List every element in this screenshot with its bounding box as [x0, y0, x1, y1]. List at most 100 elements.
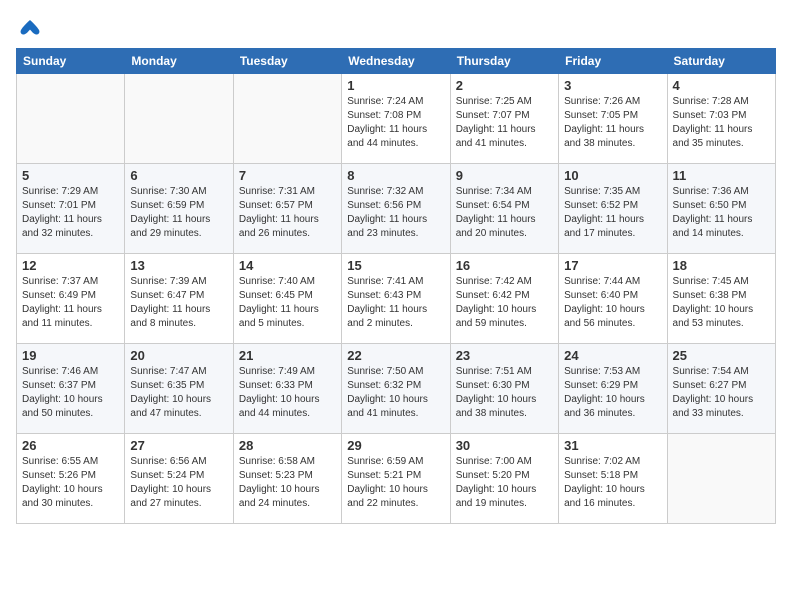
day-number: 5: [22, 168, 119, 183]
day-number: 21: [239, 348, 336, 363]
day-number: 9: [456, 168, 553, 183]
day-info: Sunrise: 7:30 AM Sunset: 6:59 PM Dayligh…: [130, 185, 227, 241]
calendar-cell: 27Sunrise: 6:56 AM Sunset: 5:24 PM Dayli…: [125, 434, 233, 524]
calendar-cell: 28 Sunrise: 6:58 AM Sunset: 5:23 PM Dayli…: [233, 434, 341, 524]
weekday-header-sunday: Sunday: [17, 49, 125, 74]
calendar-cell: 2 Sunrise: 7:25 AM Sunset: 7:07 PM Daylig…: [450, 74, 558, 164]
calendar-cell: 21 Sunrise: 7:49 AM Sunset: 6:33 PM Dayli…: [233, 344, 341, 434]
calendar-cell: 18 Sunrise: 7:45 AM Sunset: 6:38 PM Dayli…: [667, 254, 775, 344]
day-number: 19: [22, 348, 119, 363]
calendar-cell: 31 Sunrise: 7:02 AM Sunset: 5:18 PM Dayli…: [559, 434, 667, 524]
calendar-cell: 22Sunrise: 7:50 AM Sunset: 6:32 PM Dayli…: [342, 344, 450, 434]
day-info: Sunrise: 7:02 AM Sunset: 5:18 PM Dayligh…: [564, 455, 661, 511]
day-number: 26: [22, 438, 119, 453]
day-number: 1: [347, 78, 444, 93]
weekday-header-tuesday: Tuesday: [233, 49, 341, 74]
logo: [16, 16, 42, 36]
weekday-header-thursday: Thursday: [450, 49, 558, 74]
calendar-cell: 5 Sunrise: 7:29 AM Sunset: 7:01 PM Daylig…: [17, 164, 125, 254]
day-number: 11: [673, 168, 770, 183]
calendar-cell: 25 Sunrise: 7:54 AM Sunset: 6:27 PM Dayli…: [667, 344, 775, 434]
calendar-cell: 11Sunrise: 7:36 AM Sunset: 6:50 PM Dayli…: [667, 164, 775, 254]
weekday-header-monday: Monday: [125, 49, 233, 74]
day-info: Sunrise: 7:47 AM Sunset: 6:35 PM Dayligh…: [130, 365, 227, 421]
day-info: Sunrise: 7:53 AM Sunset: 6:29 PM Dayligh…: [564, 365, 661, 421]
day-info: Sunrise: 7:46 AM Sunset: 6:37 PM Dayligh…: [22, 365, 119, 421]
calendar-cell: 9Sunrise: 7:34 AM Sunset: 6:54 PM Daylig…: [450, 164, 558, 254]
calendar-cell: 14Sunrise: 7:40 AM Sunset: 6:45 PM Dayli…: [233, 254, 341, 344]
day-info: Sunrise: 7:45 AM Sunset: 6:38 PM Dayligh…: [673, 275, 770, 331]
calendar-cell: [667, 434, 775, 524]
day-info: Sunrise: 7:54 AM Sunset: 6:27 PM Dayligh…: [673, 365, 770, 421]
day-info: Sunrise: 7:50 AM Sunset: 6:32 PM Dayligh…: [347, 365, 444, 421]
calendar-cell: 19 Sunrise: 7:46 AM Sunset: 6:37 PM Dayli…: [17, 344, 125, 434]
day-number: 10: [564, 168, 661, 183]
day-number: 6: [130, 168, 227, 183]
day-info: Sunrise: 7:49 AM Sunset: 6:33 PM Dayligh…: [239, 365, 336, 421]
day-info: Sunrise: 7:31 AM Sunset: 6:57 PM Dayligh…: [239, 185, 336, 241]
day-number: 25: [673, 348, 770, 363]
day-number: 31: [564, 438, 661, 453]
day-number: 24: [564, 348, 661, 363]
calendar-cell: 23 Sunrise: 7:51 AM Sunset: 6:30 PM Dayli…: [450, 344, 558, 434]
day-info: Sunrise: 7:35 AM Sunset: 6:52 PM Dayligh…: [564, 185, 661, 241]
day-number: 30: [456, 438, 553, 453]
day-info: Sunrise: 6:58 AM Sunset: 5:23 PM Dayligh…: [239, 455, 336, 511]
calendar-cell: [17, 74, 125, 164]
calendar-cell: 26 Sunrise: 6:55 AM Sunset: 5:26 PM Dayli…: [17, 434, 125, 524]
calendar-cell: 17 Sunrise: 7:44 AM Sunset: 6:40 PM Dayli…: [559, 254, 667, 344]
calendar-cell: 24 Sunrise: 7:53 AM Sunset: 6:29 PM Dayli…: [559, 344, 667, 434]
day-info: Sunrise: 7:39 AM Sunset: 6:47 PM Dayligh…: [130, 275, 227, 331]
calendar-cell: 1 Sunrise: 7:24 AM Sunset: 7:08 PM Daylig…: [342, 74, 450, 164]
day-number: 3: [564, 78, 661, 93]
day-info: Sunrise: 6:55 AM Sunset: 5:26 PM Dayligh…: [22, 455, 119, 511]
calendar-cell: 3 Sunrise: 7:26 AM Sunset: 7:05 PM Daylig…: [559, 74, 667, 164]
day-info: Sunrise: 7:51 AM Sunset: 6:30 PM Dayligh…: [456, 365, 553, 421]
day-number: 23: [456, 348, 553, 363]
calendar-cell: 20 Sunrise: 7:47 AM Sunset: 6:35 PM Dayli…: [125, 344, 233, 434]
day-number: 15: [347, 258, 444, 273]
day-info: Sunrise: 6:59 AM Sunset: 5:21 PM Dayligh…: [347, 455, 444, 511]
day-info: Sunrise: 7:41 AM Sunset: 6:43 PM Dayligh…: [347, 275, 444, 331]
calendar-cell: [233, 74, 341, 164]
day-number: 13: [130, 258, 227, 273]
day-number: 8: [347, 168, 444, 183]
day-info: Sunrise: 7:25 AM Sunset: 7:07 PM Dayligh…: [456, 95, 553, 151]
day-info: Sunrise: 7:24 AM Sunset: 7:08 PM Dayligh…: [347, 95, 444, 151]
day-info: Sunrise: 7:37 AM Sunset: 6:49 PM Dayligh…: [22, 275, 119, 331]
logo-icon: [18, 16, 42, 40]
day-number: 2: [456, 78, 553, 93]
day-info: Sunrise: 7:40 AM Sunset: 6:45 PM Dayligh…: [239, 275, 336, 331]
day-info: Sunrise: 7:26 AM Sunset: 7:05 PM Dayligh…: [564, 95, 661, 151]
day-info: Sunrise: 7:00 AM Sunset: 5:20 PM Dayligh…: [456, 455, 553, 511]
day-number: 20: [130, 348, 227, 363]
day-number: 28: [239, 438, 336, 453]
day-info: Sunrise: 7:44 AM Sunset: 6:40 PM Dayligh…: [564, 275, 661, 331]
day-number: 16: [456, 258, 553, 273]
calendar-cell: 8 Sunrise: 7:32 AM Sunset: 6:56 PM Daylig…: [342, 164, 450, 254]
page-header: [16, 16, 776, 36]
calendar-cell: [125, 74, 233, 164]
day-number: 29: [347, 438, 444, 453]
day-number: 4: [673, 78, 770, 93]
weekday-header-friday: Friday: [559, 49, 667, 74]
week-row-1: 1 Sunrise: 7:24 AM Sunset: 7:08 PM Daylig…: [17, 74, 776, 164]
day-number: 17: [564, 258, 661, 273]
day-info: Sunrise: 7:32 AM Sunset: 6:56 PM Dayligh…: [347, 185, 444, 241]
day-info: Sunrise: 7:28 AM Sunset: 7:03 PM Dayligh…: [673, 95, 770, 151]
weekday-header-wednesday: Wednesday: [342, 49, 450, 74]
day-number: 12: [22, 258, 119, 273]
day-info: Sunrise: 7:29 AM Sunset: 7:01 PM Dayligh…: [22, 185, 119, 241]
weekday-header-row: SundayMondayTuesdayWednesdayThursdayFrid…: [17, 49, 776, 74]
day-number: 18: [673, 258, 770, 273]
day-info: Sunrise: 7:42 AM Sunset: 6:42 PM Dayligh…: [456, 275, 553, 331]
calendar-cell: 6 Sunrise: 7:30 AM Sunset: 6:59 PM Daylig…: [125, 164, 233, 254]
day-info: Sunrise: 6:56 AM Sunset: 5:24 PM Dayligh…: [130, 455, 227, 511]
calendar-table: SundayMondayTuesdayWednesdayThursdayFrid…: [16, 48, 776, 524]
week-row-3: 12 Sunrise: 7:37 AM Sunset: 6:49 PM Dayli…: [17, 254, 776, 344]
calendar-cell: 12 Sunrise: 7:37 AM Sunset: 6:49 PM Dayli…: [17, 254, 125, 344]
week-row-4: 19 Sunrise: 7:46 AM Sunset: 6:37 PM Dayli…: [17, 344, 776, 434]
calendar-cell: 30 Sunrise: 7:00 AM Sunset: 5:20 PM Dayli…: [450, 434, 558, 524]
calendar-cell: 13 Sunrise: 7:39 AM Sunset: 6:47 PM Dayli…: [125, 254, 233, 344]
calendar-cell: 16 Sunrise: 7:42 AM Sunset: 6:42 PM Dayli…: [450, 254, 558, 344]
